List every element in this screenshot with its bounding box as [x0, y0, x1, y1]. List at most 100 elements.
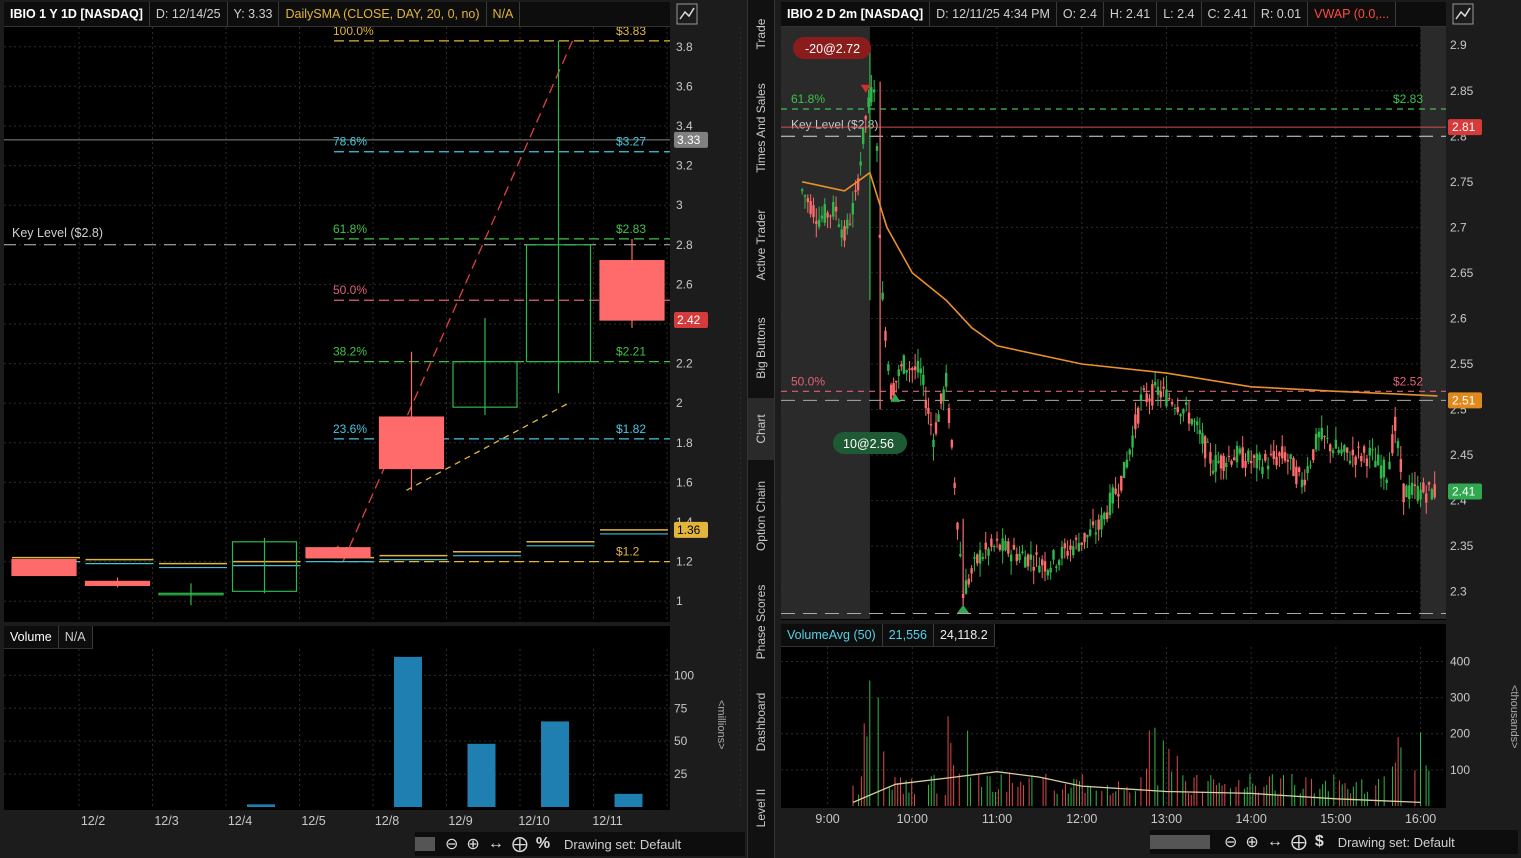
volume-study-label[interactable]: Volume [4, 626, 59, 648]
zoom-out-icon[interactable]: ⊖ [1224, 832, 1237, 852]
candle-body [970, 568, 973, 574]
candle-body [1360, 455, 1363, 462]
left-scroll-handle[interactable] [415, 837, 435, 851]
candle-body [959, 554, 962, 557]
left-time-axis: 12/2 12/3 12/4 12/5 12/8 12/9 12/10 12/11 [81, 814, 623, 828]
candle-body [1018, 553, 1021, 561]
left-volume-header: Volume N/A [4, 626, 93, 649]
candle-body [1272, 450, 1275, 459]
low-marker [957, 605, 970, 613]
fib-level-label: 78.6% [333, 135, 367, 149]
candle-body [897, 369, 900, 377]
candle-body [1238, 448, 1242, 454]
sell-order-label: -20@2.72 [805, 42, 860, 56]
volumeavg-study-label[interactable]: VolumeAvg (50) [781, 624, 883, 646]
left-y-readout: Y: 3.33 [228, 2, 280, 26]
dollar-icon[interactable]: $ [1315, 833, 1324, 851]
candle-body [1225, 462, 1228, 468]
candle-body [992, 546, 996, 548]
right-price-chart[interactable]: 2.32.352.42.452.52.552.62.652.72.752.82.… [781, 27, 1521, 620]
volume-tick-label: 200 [1450, 727, 1470, 741]
tab-times-and-sales[interactable]: Times And Sales [748, 66, 774, 190]
candle-body [599, 260, 665, 321]
candle-body [1233, 457, 1236, 461]
tab-big-buttons[interactable]: Big Buttons [748, 300, 774, 396]
candle-body [1015, 554, 1018, 562]
candle-body [1120, 475, 1123, 491]
candle-body [1261, 466, 1264, 474]
candle-body [864, 116, 867, 120]
tab-option-chain[interactable]: Option Chain [748, 462, 774, 570]
tab-dashboard[interactable]: Dashboard [748, 674, 774, 770]
candle-body [911, 367, 914, 371]
candle-body [1094, 532, 1098, 535]
volume-tick-label: 100 [1450, 763, 1470, 777]
candle-body [1377, 454, 1380, 466]
tab-phase-scores[interactable]: Phase Scores [748, 570, 774, 674]
left-symbol-label[interactable]: IBIO 1 Y 1D [NASDAQ] [4, 2, 150, 26]
candle-body [1046, 570, 1050, 576]
y-tick-label: 2.2 [676, 357, 693, 371]
y-tick-label: 1 [676, 594, 683, 608]
candle-body [976, 554, 979, 564]
candle-body [887, 364, 890, 371]
candle-body [1413, 484, 1417, 487]
price-badge-label: 2.81 [1452, 120, 1476, 134]
tab-level-ii[interactable]: Level II [748, 772, 774, 844]
right-vwap-study-label[interactable]: VWAP (0.0,... [1308, 2, 1397, 26]
candle-body [832, 201, 835, 217]
candle-body [1405, 485, 1408, 498]
candle-body [1269, 453, 1273, 455]
left-price-chart[interactable]: 11.21.41.61.822.22.42.62.833.23.43.63.8K… [4, 27, 744, 622]
left-drawing-set[interactable]: Drawing set: Default [564, 837, 681, 852]
pan-icon[interactable]: ↔ [1267, 833, 1283, 851]
candle-body [11, 559, 77, 577]
fib-level-label: 50.0% [791, 374, 825, 388]
y-tick-label: 2.7 [1450, 220, 1467, 234]
y-tick-label: 2.9 [1450, 38, 1467, 52]
right-symbol-label[interactable]: IBIO 2 D 2m [NASDAQ] [781, 2, 931, 26]
candle-body [1190, 419, 1194, 425]
candle-body [848, 223, 852, 225]
right-volume-unit: <thousands> [1508, 685, 1520, 749]
right-drawing-set[interactable]: Drawing set: Default [1338, 835, 1455, 850]
right-scroll-handle[interactable] [1150, 835, 1210, 849]
zoom-in-icon[interactable]: ⊕ [1245, 832, 1258, 852]
candle-body [881, 292, 884, 300]
fib-price-label: $1.2 [616, 545, 640, 559]
pan-icon[interactable]: ↔ [488, 835, 504, 853]
volume-tick-label: 50 [674, 734, 688, 748]
crosshair-icon[interactable]: ⨁ [512, 834, 528, 854]
tab-chart[interactable]: Chart [748, 398, 774, 460]
candle-body [834, 206, 838, 212]
right-chart-style-icon[interactable] [1452, 3, 1474, 25]
x-tick-label: 12/11 [592, 814, 622, 828]
zoom-in-icon[interactable]: ⊕ [466, 834, 479, 854]
candle-body [806, 198, 810, 203]
candle-body [1266, 465, 1270, 470]
candle-body [1416, 485, 1419, 501]
left-sma-study-label[interactable]: DailySMA (CLOSE, DAY, 20, 0, no) [279, 2, 487, 26]
candle-body [1297, 467, 1301, 472]
left-chart-style-icon[interactable] [676, 3, 698, 25]
candle-body [826, 212, 829, 218]
zoom-out-icon[interactable]: ⊖ [445, 834, 458, 854]
candle-body [1371, 449, 1374, 451]
candle-body [1354, 456, 1357, 465]
candle-body [1323, 436, 1326, 438]
candle-body [1340, 449, 1343, 454]
candle-body [1222, 455, 1225, 471]
candle-body [1134, 414, 1137, 430]
crosshair-icon[interactable]: ⨁ [1291, 832, 1307, 852]
candle-body [1289, 454, 1292, 459]
candle-body [1283, 452, 1287, 461]
candle-body [902, 355, 906, 374]
tab-active-trader[interactable]: Active Trader [748, 190, 774, 300]
right-date-readout: D: 12/11/25 4:34 PM [930, 2, 1057, 26]
tab-trade[interactable]: Trade [748, 2, 774, 66]
candle-body [812, 205, 815, 217]
candle-body [1148, 398, 1151, 402]
candle-body [1402, 483, 1405, 503]
percent-icon[interactable]: % [536, 835, 550, 853]
candle-body [1086, 534, 1089, 538]
